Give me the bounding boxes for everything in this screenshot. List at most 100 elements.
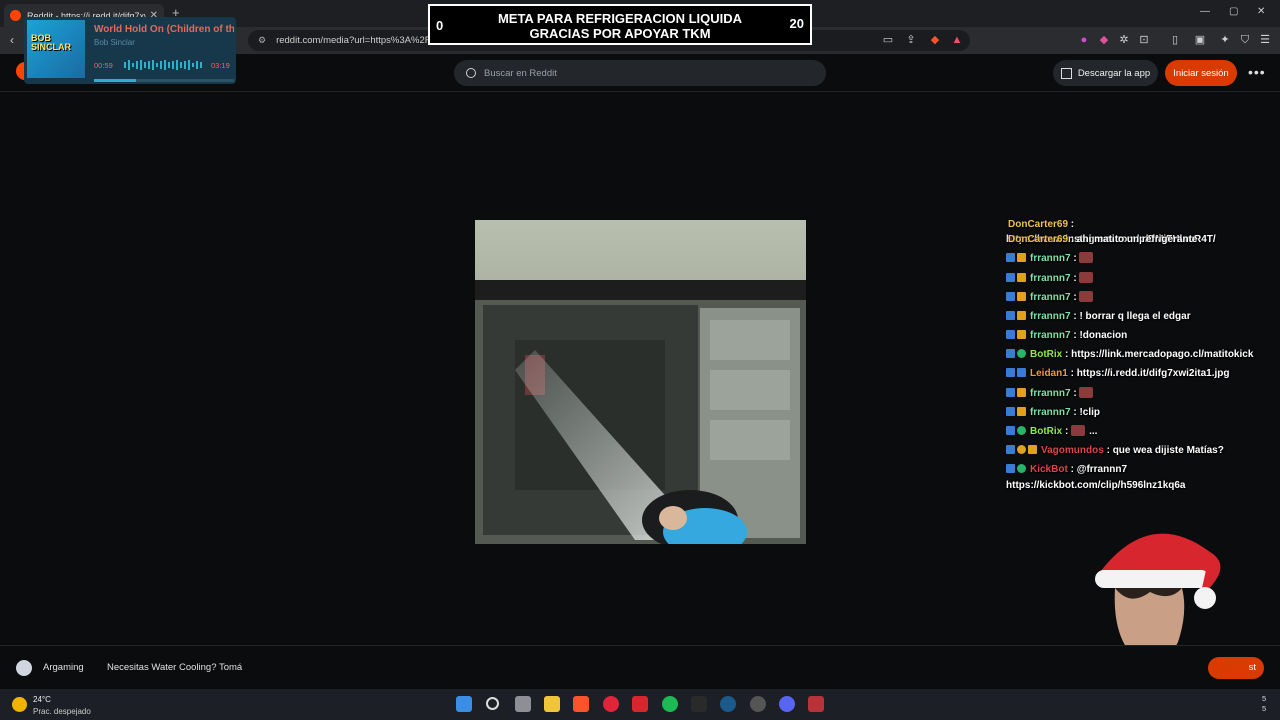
menu-icon[interactable]: ☰ [1258, 33, 1272, 47]
chat-separator: : [1070, 273, 1080, 284]
chat-separator: : [1070, 253, 1080, 264]
chat-separator: : [1062, 349, 1072, 360]
mod-badge-icon [1006, 464, 1015, 473]
more-options-icon[interactable]: ••• [1248, 64, 1266, 80]
chat-username[interactable]: frrannn7 [1030, 388, 1071, 399]
brave-browser-icon[interactable] [573, 696, 589, 712]
minimize-icon[interactable]: — [1200, 6, 1210, 17]
chat-username[interactable]: frrannn7 [1030, 292, 1071, 303]
mod-badge-icon [1006, 330, 1015, 339]
steam-icon[interactable] [720, 696, 736, 712]
chat-username[interactable]: Leidan1 [1030, 368, 1068, 379]
chat-message: https://kickbot.com/clip/h596lnz1kq6a [1006, 478, 1280, 493]
mod-badge-icon [1006, 349, 1015, 358]
extension-icon[interactable]: ● [1077, 33, 1091, 47]
post-author[interactable]: Argaming [43, 662, 84, 673]
chat-message: Vagomundos : que wea dijiste Matías? [1006, 443, 1280, 458]
chat-username[interactable]: BotRix [1030, 426, 1062, 437]
system-clock[interactable]: 5 5 [1262, 694, 1266, 714]
discord-icon[interactable] [779, 696, 795, 712]
epic-games-icon[interactable] [691, 696, 707, 712]
window-close-icon[interactable]: ✕ [1257, 6, 1265, 17]
app-icon[interactable] [808, 696, 824, 712]
chat-text: que wea dijiste Matías? [1112, 445, 1224, 456]
vpn-icon[interactable]: ⛉ [1238, 33, 1252, 47]
extensions-icon[interactable]: ✲ [1117, 33, 1131, 47]
chat-text: !donacion [1079, 330, 1128, 341]
search-input[interactable] [484, 67, 784, 79]
album-art-text: BOB SINCLAR [31, 33, 71, 52]
site-info-icon[interactable]: ⚙ [258, 35, 266, 46]
now-playing-widget: BOB SINCLAR World Hold On (Children of t… [24, 17, 236, 84]
obs-icon[interactable] [750, 696, 766, 712]
chat-text: ! borrar q llega el edgar [1079, 311, 1191, 322]
pc-water-photo [475, 220, 806, 544]
extension-icon[interactable]: ◆ [1097, 33, 1111, 47]
chat-message: KickBot : @frrannn7 [1006, 462, 1280, 477]
sub-badge-icon [1017, 273, 1026, 282]
back-icon[interactable]: ‹ [10, 33, 14, 47]
emote-icon [1079, 252, 1094, 263]
chat-username[interactable]: frrannn7 [1030, 311, 1071, 322]
chat-username[interactable]: BotRix [1030, 349, 1062, 360]
post-title[interactable]: Necesitas Water Cooling? Tomá [107, 662, 242, 673]
sidebar-icon[interactable]: ▯ [1168, 33, 1182, 47]
spotify-icon[interactable] [662, 696, 678, 712]
maximize-icon[interactable]: ▢ [1229, 6, 1238, 17]
emote-icon [1079, 291, 1094, 302]
donation-goal-overlay: 0 META PARA REFRIGERACION LIQUIDA GRACIA… [428, 4, 812, 45]
clock-time: 5 [1262, 694, 1267, 703]
search-icon[interactable] [486, 697, 499, 710]
chat-separator: : [1068, 234, 1077, 245]
mod-badge-icon [1006, 445, 1015, 454]
user-avatar[interactable] [16, 660, 32, 676]
chat-text: https://i.redd.it/difg7xwi2ita1.jpg [1076, 368, 1230, 379]
weather-condition: Prac. despejado [33, 707, 91, 716]
login-label: Iniciar sesión [1173, 67, 1229, 79]
sub-badge-icon [1017, 253, 1026, 262]
cast-icon[interactable]: ▭ [881, 33, 895, 47]
chat-text: !clip [1079, 407, 1101, 418]
download-app-button[interactable]: Descargar la app [1053, 60, 1158, 86]
sub-badge-icon [1028, 445, 1037, 454]
mod-badge-icon [1006, 292, 1015, 301]
file-explorer-icon[interactable] [544, 696, 560, 712]
song-title: World Hold On (Children of th [94, 24, 234, 35]
chat-message: DonCarter69 : ahi matito un refrigerante [1006, 232, 1280, 247]
mod-badge-icon [1006, 311, 1015, 320]
sub-badge-icon [1017, 388, 1026, 397]
chat-username[interactable]: frrannn7 [1030, 330, 1071, 341]
chat-username[interactable]: frrannn7 [1030, 273, 1071, 284]
song-artist: Bob Sinclar [94, 38, 135, 47]
chat-message: BotRix : ... [1006, 424, 1280, 439]
chat-username[interactable]: DonCarter69 [1008, 219, 1068, 230]
task-view-icon[interactable] [515, 696, 531, 712]
wallet-icon[interactable]: ▣ [1193, 33, 1207, 47]
chat-message: frrannn7 : [1006, 271, 1280, 286]
weather-temperature: 24°C [33, 695, 51, 704]
chat-username[interactable]: Vagomundos [1041, 445, 1104, 456]
leo-ai-icon[interactable]: ✦ [1218, 33, 1232, 47]
post-bottom-bar: Argaming Necesitas Water Cooling? Tomá s… [0, 645, 1280, 689]
screenshot-icon[interactable]: ⊡ [1137, 33, 1151, 47]
mod-badge-icon [1006, 253, 1015, 262]
app-icon[interactable] [632, 696, 648, 712]
chat-username[interactable]: frrannn7 [1030, 407, 1071, 418]
mod-badge-icon [1006, 273, 1015, 282]
view-post-button[interactable]: st [1208, 657, 1264, 679]
download-app-label: Descargar la app [1077, 67, 1151, 79]
search-icon [466, 68, 476, 78]
windows-start-icon[interactable] [456, 696, 472, 712]
share-icon[interactable]: ⇪ [904, 33, 918, 47]
chat-username[interactable]: KickBot [1030, 464, 1068, 475]
search-bar[interactable] [454, 60, 826, 86]
brave-shields-icon[interactable]: ◆ [928, 33, 942, 47]
login-button[interactable]: Iniciar sesión [1165, 60, 1237, 86]
brave-rewards-icon[interactable]: ▲ [950, 33, 964, 47]
media-image [475, 220, 806, 544]
chat-message: frrannn7 : !clip [1006, 405, 1280, 420]
chat-username[interactable]: frrannn7 [1030, 253, 1071, 264]
emote-icon [1079, 272, 1094, 283]
chat-username[interactable]: DonCarter69 [1008, 234, 1068, 245]
media-player-icon[interactable] [603, 696, 619, 712]
